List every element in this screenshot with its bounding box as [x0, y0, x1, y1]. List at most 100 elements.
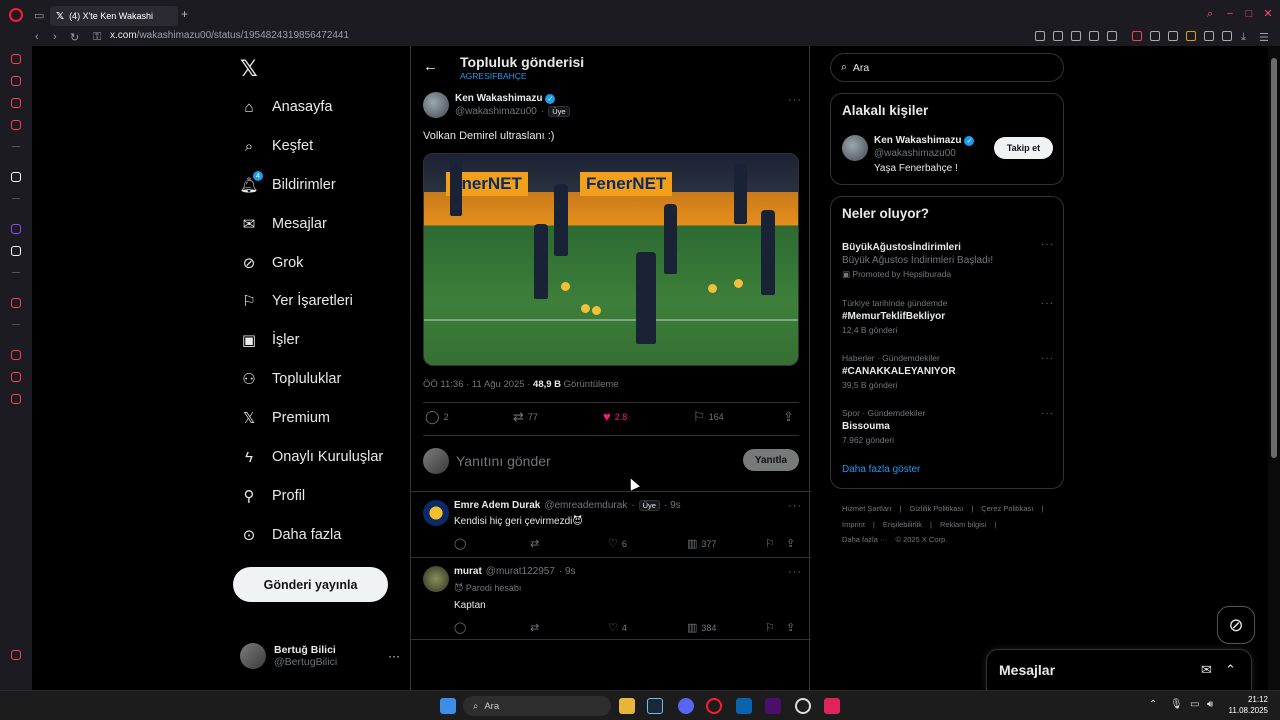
follow-button[interactable]: Takip et — [994, 137, 1053, 159]
post-more-icon[interactable]: ··· — [788, 94, 802, 106]
sidebar-app-icon[interactable] — [11, 54, 21, 64]
footer-link[interactable]: Çerez Politikası — [981, 504, 1033, 513]
footer-link[interactable]: Daha fazla ··· — [842, 535, 887, 544]
heart-extension-icon[interactable] — [1107, 31, 1117, 41]
reply-action[interactable]: ◯ 2 — [425, 409, 449, 425]
x-sidebar-icon[interactable] — [11, 246, 21, 256]
forward-nav-icon[interactable]: › — [53, 31, 57, 43]
reply-more-icon[interactable]: ··· — [788, 500, 802, 512]
sidebar-app-icon[interactable] — [11, 98, 21, 108]
menu-icon[interactable]: ☰ — [1259, 31, 1269, 44]
extension-icon[interactable] — [1089, 31, 1099, 41]
account-switcher[interactable]: Bertuğ Bilici @BertugBilici ··· — [240, 642, 400, 670]
app-icon[interactable] — [824, 698, 840, 714]
reply-repost-action[interactable]: ⇄ — [530, 621, 539, 634]
extension-icon[interactable] — [1132, 31, 1142, 41]
trend-item[interactable]: Spor · Gündemdekiler Bissouma 7.962 gönd… — [842, 408, 1054, 445]
nav-grok[interactable]: ⊘ Grok — [240, 248, 304, 278]
more-icon[interactable]: ··· — [388, 649, 400, 663]
nav-more[interactable]: ⊙ Daha fazla — [240, 520, 342, 550]
search-input[interactable]: ⌕ Ara — [830, 53, 1064, 82]
messages-dock[interactable]: Mesajlar ✉ ⌃ — [986, 649, 1252, 690]
trend-more-icon[interactable]: ··· — [1041, 239, 1054, 250]
extension-icon[interactable] — [1222, 31, 1232, 41]
post-time[interactable]: ÖÖ 11:36 · 11 Ağu 2025 · — [423, 379, 533, 390]
browser-tab[interactable]: 𝕏 (4) X'te Ken Wakashi — [50, 6, 178, 26]
reply-author-name[interactable]: murat — [454, 566, 482, 577]
workspace-icon[interactable]: ▭ — [34, 9, 44, 22]
trend-more-icon[interactable]: ··· — [1041, 408, 1054, 419]
extension-icon[interactable] — [1150, 31, 1160, 41]
reply-comment-action[interactable]: ◯ — [454, 621, 466, 634]
author-name[interactable]: Ken Wakashimazu — [455, 93, 542, 104]
chevron-up-icon[interactable]: ⌃ — [1149, 699, 1157, 710]
extension-icon[interactable] — [1071, 31, 1081, 41]
reply-author-handle[interactable]: @emreademdurak — [544, 500, 627, 511]
extension-icon[interactable] — [1035, 31, 1045, 41]
new-tab-icon[interactable]: + — [181, 7, 188, 21]
community-link[interactable]: AGRESIFBAHÇE — [460, 71, 527, 81]
grok-button[interactable]: ⊘ — [1217, 606, 1255, 644]
reply-comment-action[interactable]: ◯ — [454, 537, 466, 550]
reply-repost-action[interactable]: ⇄ — [530, 537, 539, 550]
twitch-icon[interactable] — [11, 224, 21, 234]
chevron-up-icon[interactable]: ⌃ — [1225, 662, 1236, 678]
footer-link[interactable]: Hizmet Şartları — [842, 504, 892, 513]
display-icon[interactable]: ▭ — [1190, 699, 1199, 710]
nav-jobs[interactable]: ▣ İşler — [240, 325, 300, 355]
app-icon[interactable] — [765, 698, 781, 714]
sidebar-app-icon[interactable] — [11, 120, 21, 130]
nav-verified-orgs[interactable]: ϟ Onaylı Kuruluşlar — [240, 442, 383, 472]
like-action[interactable]: ♥ 2.8 — [603, 409, 627, 424]
extension-icon[interactable] — [1186, 31, 1196, 41]
volume-icon[interactable]: 🔊︎ — [1207, 699, 1213, 710]
reply-bookmark-action[interactable]: ⚐ — [765, 621, 775, 634]
trend-item[interactable]: Haberler · Gündemdekiler #CANAKKALEYANIY… — [842, 353, 1054, 390]
new-message-icon[interactable]: ✉ — [1201, 662, 1212, 678]
sidebar-app-icon[interactable] — [11, 372, 21, 382]
discord-icon[interactable] — [678, 698, 694, 714]
reply-more-icon[interactable]: ··· — [788, 566, 802, 578]
nav-notifications[interactable]: 🔔︎ 4 Bildirimler — [239, 170, 336, 200]
steam-icon[interactable] — [647, 698, 663, 714]
footer-link[interactable]: İmprint — [842, 520, 865, 529]
sidebar-app-icon[interactable] — [11, 172, 21, 182]
reply-views-action[interactable]: ▥ 377 — [687, 537, 716, 550]
opera-logo[interactable] — [9, 8, 23, 22]
footer-link[interactable]: Reklam bilgisi — [940, 520, 986, 529]
download-icon[interactable]: ⤓ — [1241, 31, 1246, 44]
microphone-icon[interactable]: 🎙︎ — [1170, 699, 1183, 710]
maximize-icon[interactable]: □ — [1243, 8, 1255, 20]
nav-premium[interactable]: 𝕏 Premium — [240, 403, 330, 433]
reply-button[interactable]: Yanıtla — [743, 449, 799, 471]
nav-messages[interactable]: ✉ Mesajlar — [240, 209, 327, 239]
back-nav-icon[interactable]: ‹ — [35, 31, 39, 43]
avatar[interactable] — [423, 566, 449, 592]
reply-views-action[interactable]: ▥ 384 — [687, 621, 716, 634]
reply-input[interactable]: Yanıtını gönder — [456, 453, 551, 469]
history-icon[interactable] — [11, 350, 21, 360]
reply-time[interactable]: · 9s — [559, 566, 576, 577]
reply-author-handle[interactable]: @murat122957 — [486, 566, 555, 577]
opera-taskbar-icon[interactable] — [706, 698, 722, 714]
extension-icon[interactable] — [1053, 31, 1063, 41]
taskbar-search[interactable]: ⌕ Ara — [463, 696, 611, 716]
x-logo-icon[interactable]: 𝕏 — [240, 56, 258, 82]
footer-link[interactable]: Gizlilik Politikası — [910, 504, 964, 513]
player-icon[interactable] — [11, 298, 21, 308]
trend-item[interactable]: BüyükAğustosİndirimleri Büyük Ağustos İn… — [842, 239, 1054, 280]
reply-share-action[interactable]: ⇪ — [786, 621, 795, 634]
avatar[interactable] — [842, 135, 868, 161]
avatar[interactable] — [423, 92, 449, 118]
related-handle[interactable]: @wakashimazu00 — [874, 148, 974, 159]
file-explorer-icon[interactable] — [619, 698, 635, 714]
related-person[interactable]: Ken Wakashimazu ✓ @wakashimazu00 Yaşa Fen… — [874, 135, 975, 174]
nav-profile[interactable]: ⚲ Profil — [240, 481, 306, 511]
app-icon[interactable] — [795, 698, 811, 714]
sidebar-app-icon[interactable] — [11, 650, 21, 660]
nav-explore[interactable]: ⌕ Keşfet — [240, 131, 313, 161]
extension-icon[interactable] — [1168, 31, 1178, 41]
avatar[interactable] — [423, 500, 449, 526]
close-icon[interactable]: ✕ — [1262, 8, 1274, 20]
repost-action[interactable]: ⇄ 77 — [513, 409, 538, 425]
